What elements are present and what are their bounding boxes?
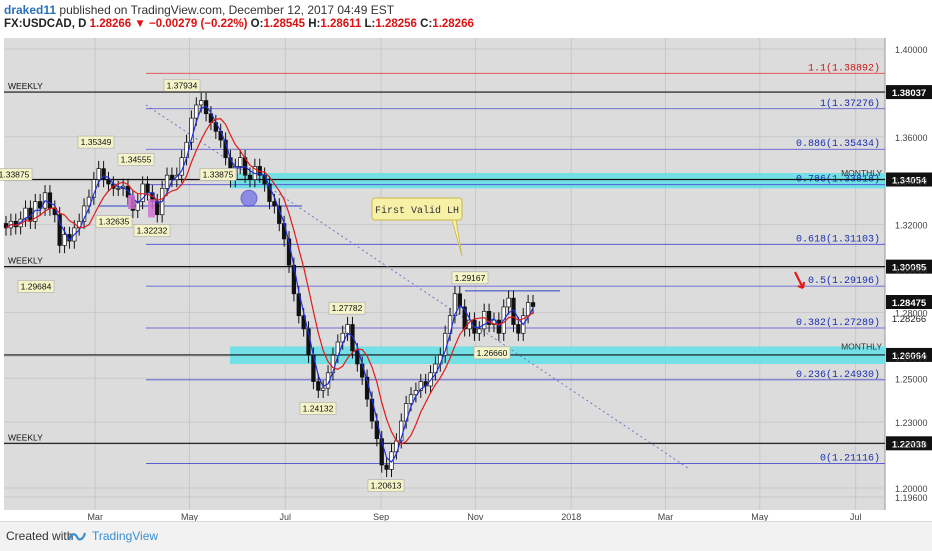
marker-circle [240, 189, 258, 207]
level-label: WEEKLY [8, 256, 43, 266]
fib-label: 0(1.21116) [820, 453, 880, 465]
chart-header: draked11 published on TradingView.com, D… [0, 0, 932, 34]
low-label: L: [364, 18, 376, 30]
x-tick-label: Mar [87, 512, 103, 521]
x-tick-label: Sep [373, 512, 389, 521]
candle-body [145, 183, 150, 194]
price-chart[interactable]: MONTHLYMONTHLY 1.1(1.38892)1(1.37276)0.8… [0, 34, 932, 521]
annotation-label: 1.29684 [21, 281, 52, 291]
x-tick-label: 2018 [561, 512, 581, 521]
candle-body [516, 324, 521, 334]
level-label: WEEKLY [8, 81, 43, 91]
x-tick-label: Nov [467, 512, 484, 521]
candle-body [238, 157, 243, 167]
zone-label: MONTHLY [841, 341, 882, 351]
down-arrow-icon: ▼ [134, 18, 146, 30]
open-value: 1.28545 [263, 18, 306, 30]
candle-body [477, 328, 482, 334]
y-tick-label: 1.30000 [895, 265, 928, 275]
candle-body [199, 100, 204, 106]
y-tick-label: 1.19600 [895, 493, 928, 503]
candle-body [506, 297, 511, 308]
low-value: 1.28256 [375, 18, 417, 30]
x-tick-label: Jul [280, 512, 292, 521]
annotation-label: 1.33875 [203, 169, 234, 179]
annotation-label: 1.32232 [137, 226, 168, 236]
annotation-label: 1.26660 [477, 348, 508, 358]
x-tick-label: Mar [658, 512, 674, 521]
change: −0.00279 (−0.22%) [149, 18, 248, 30]
annotation-label: 1.34555 [121, 155, 152, 165]
high-label: H: [308, 18, 321, 30]
current-price-label: 1.28475 [892, 298, 927, 309]
candle-body [530, 302, 536, 307]
zone-rect [230, 173, 885, 189]
candle-body [116, 188, 121, 190]
candle-body [247, 174, 253, 180]
username[interactable]: draked11 [4, 3, 56, 17]
annotation-label: 1.27782 [332, 303, 363, 313]
fib-label: 0.5(1.29196) [808, 275, 880, 287]
symbol: FX:USDCAD, D [4, 18, 87, 30]
y-tick-label: 1.28000 [895, 308, 928, 318]
created-with: Created with [6, 529, 74, 543]
fib-label: 1(1.37276) [820, 98, 880, 110]
annotation-label: 1.33875 [0, 169, 30, 179]
last-price: 1.28266 [89, 18, 132, 30]
level-label: WEEKLY [8, 432, 43, 442]
y-tick-label: 1.32000 [895, 221, 928, 231]
annotation-label: 1.35349 [81, 137, 112, 147]
close-label: C: [420, 18, 433, 30]
y-tick-label: 1.22000 [895, 440, 928, 450]
high-value: 1.28611 [320, 18, 362, 30]
callout-text: First Valid LH [375, 205, 459, 217]
y-tick-label: 1.40000 [895, 45, 928, 55]
fib-label: 0.618(1.31103) [796, 233, 880, 245]
candle-body [106, 179, 111, 185]
open-label: O: [250, 18, 264, 30]
published-text: published on TradingView.com, December 1… [59, 3, 395, 17]
candle-body [62, 234, 67, 246]
candle-body [408, 394, 414, 404]
x-tick-label: May [751, 512, 769, 521]
y-tick-label: 1.36000 [895, 133, 928, 143]
candle-body [169, 174, 175, 180]
tradingview-logo-icon [68, 532, 86, 541]
publish-line: draked11 published on TradingView.com, D… [4, 3, 394, 17]
annotation-label: 1.20613 [371, 481, 402, 491]
fib-label: 1.1(1.38892) [808, 62, 880, 74]
annotation-label: 1.29167 [455, 273, 486, 283]
annotation-label: 1.24132 [303, 403, 334, 413]
y-tick-label: 1.26000 [895, 352, 928, 362]
candle-body [321, 387, 326, 391]
marker-pink-1 [128, 194, 135, 209]
fib-label: 0.886(1.35434) [796, 138, 880, 150]
annotation-label: 1.37934 [167, 80, 198, 90]
close-value: 1.28266 [432, 18, 474, 30]
footer: Created with TradingView [0, 521, 932, 551]
candle-body [96, 168, 101, 180]
candle-body [164, 174, 170, 189]
candle-body [194, 104, 199, 119]
y-tick-label: 1.25000 [895, 374, 928, 384]
annotation-label: 1.32635 [99, 217, 130, 227]
fib-label: 0.382(1.27289) [796, 317, 880, 329]
candle-body [345, 324, 350, 334]
candle-body [384, 464, 389, 470]
candle-body [482, 310, 487, 330]
price-tag-label: 1.38037 [892, 88, 926, 99]
x-tick-label: Jul [850, 512, 862, 521]
y-tick-label: 1.23000 [895, 418, 928, 428]
tradingview-brand-link[interactable]: TradingView [92, 529, 158, 543]
candle-body [47, 192, 53, 209]
marker-pink-2 [148, 199, 155, 218]
symbol-line: FX:USDCAD, D 1.28266 ▼ −0.00279 (−0.22%)… [4, 18, 474, 30]
y-tick-label: 1.34000 [895, 177, 928, 187]
candle-body [316, 381, 321, 391]
fib-label: 0.236(1.24930) [796, 369, 880, 381]
x-tick-label: May [181, 512, 199, 521]
